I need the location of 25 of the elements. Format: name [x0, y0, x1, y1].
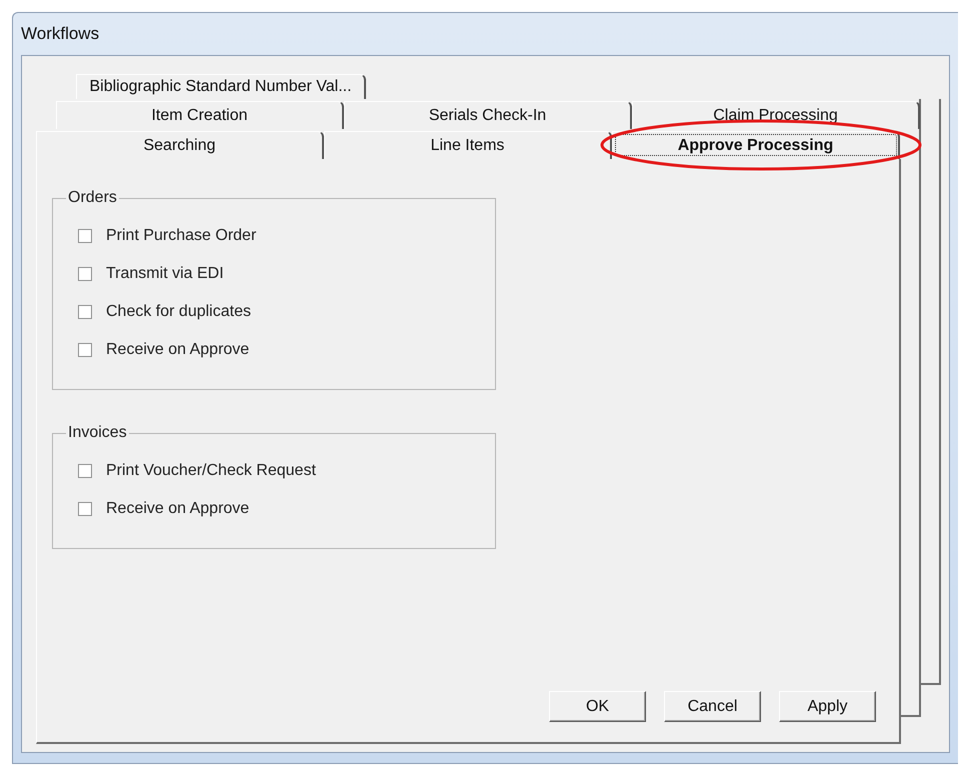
checkbox[interactable]: [78, 267, 92, 281]
checkbox-label: Print Purchase Order: [106, 227, 256, 245]
checkbox-label: Transmit via EDI: [106, 265, 224, 283]
tab[interactable]: Serials Check-In: [344, 101, 632, 129]
checkbox[interactable]: [78, 305, 92, 319]
checkbox-label: Print Voucher/Check Request: [106, 462, 316, 480]
checkbox[interactable]: [78, 502, 92, 516]
tab[interactable]: Searching: [36, 131, 324, 159]
tab[interactable]: Item Creation: [56, 101, 344, 129]
checkbox-label: Check for duplicates: [106, 303, 251, 321]
dialog-button[interactable]: OK: [549, 691, 646, 722]
tab[interactable]: Claim Processing: [632, 101, 920, 129]
group-title: Invoices: [67, 424, 128, 442]
checkbox-label: Receive on Approve: [106, 500, 250, 518]
tab[interactable]: Approve Processing: [612, 131, 900, 159]
checkbox[interactable]: [78, 464, 92, 478]
dialog-button[interactable]: Cancel: [664, 691, 761, 722]
group-title: Orders: [67, 189, 118, 207]
checkbox-label: Receive on Approve: [106, 341, 250, 359]
checkbox[interactable]: [78, 343, 92, 357]
tab[interactable]: Line Items: [324, 131, 612, 159]
window-title: Workflows: [21, 23, 100, 45]
tab[interactable]: Bibliographic Standard Number Val...: [76, 74, 366, 99]
dialog-button[interactable]: Apply: [779, 691, 876, 722]
checkbox[interactable]: [78, 229, 92, 243]
